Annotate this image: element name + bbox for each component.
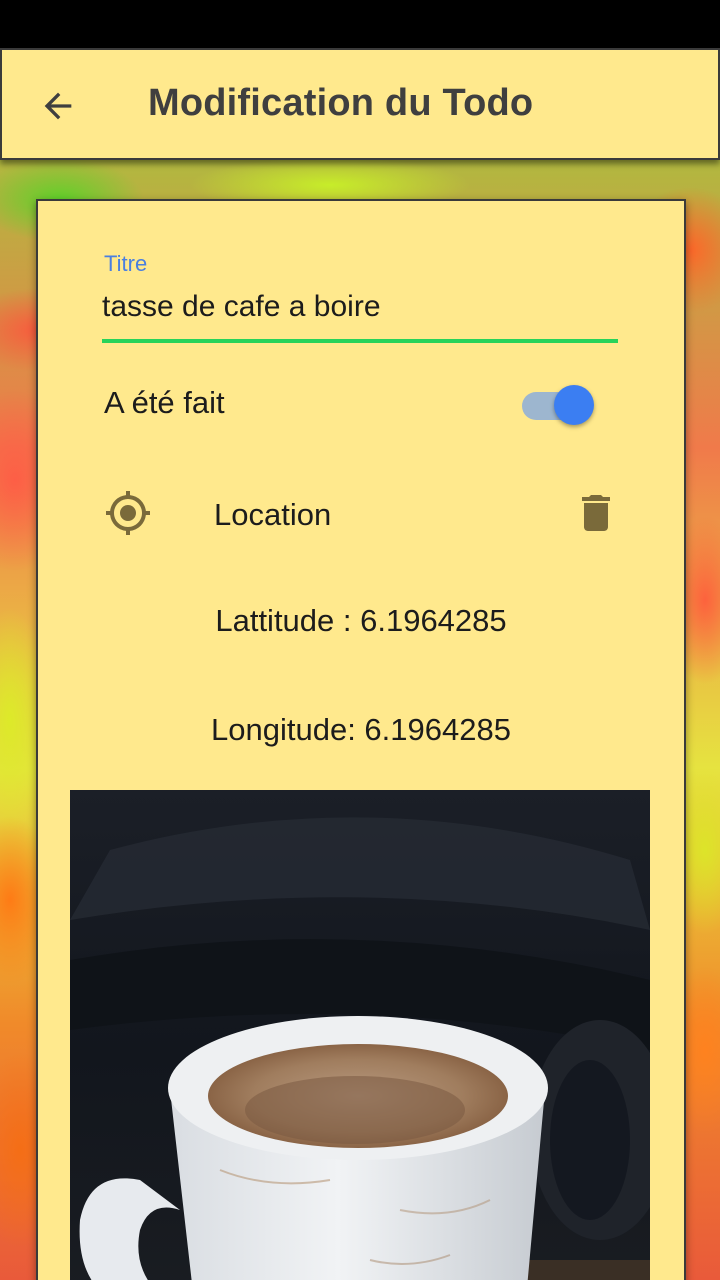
arrow-back-icon bbox=[44, 92, 72, 120]
done-row: A été fait bbox=[102, 381, 602, 429]
done-toggle[interactable] bbox=[522, 381, 600, 429]
title-input[interactable] bbox=[102, 287, 618, 327]
delete-location-button[interactable] bbox=[572, 489, 620, 537]
title-field: Titre bbox=[102, 251, 620, 343]
done-label: A été fait bbox=[104, 385, 225, 420]
app-bar: Modification du Todo bbox=[0, 48, 720, 160]
longitude-text: Longitude: 6.1964285 bbox=[211, 712, 511, 747]
toggle-thumb bbox=[554, 385, 594, 425]
status-bar bbox=[0, 0, 720, 48]
gps-fixed-icon bbox=[106, 491, 150, 535]
get-location-button[interactable] bbox=[104, 489, 152, 537]
back-button[interactable] bbox=[28, 78, 88, 134]
trash-icon bbox=[582, 495, 610, 531]
title-field-label: Titre bbox=[104, 251, 148, 276]
page-title: Modification du Todo bbox=[148, 82, 534, 124]
location-label: Location bbox=[214, 497, 332, 532]
location-row: Location bbox=[102, 485, 622, 541]
screen: Modification du Todo Titre A été fait Lo… bbox=[0, 0, 720, 1280]
todo-photo bbox=[70, 790, 650, 1280]
title-field-underline bbox=[102, 339, 618, 343]
coffee-cup-photo bbox=[70, 790, 650, 1280]
todo-edit-card: Titre A été fait Location bbox=[36, 199, 686, 1280]
latitude-text: Lattitude : 6.1964285 bbox=[215, 603, 507, 638]
